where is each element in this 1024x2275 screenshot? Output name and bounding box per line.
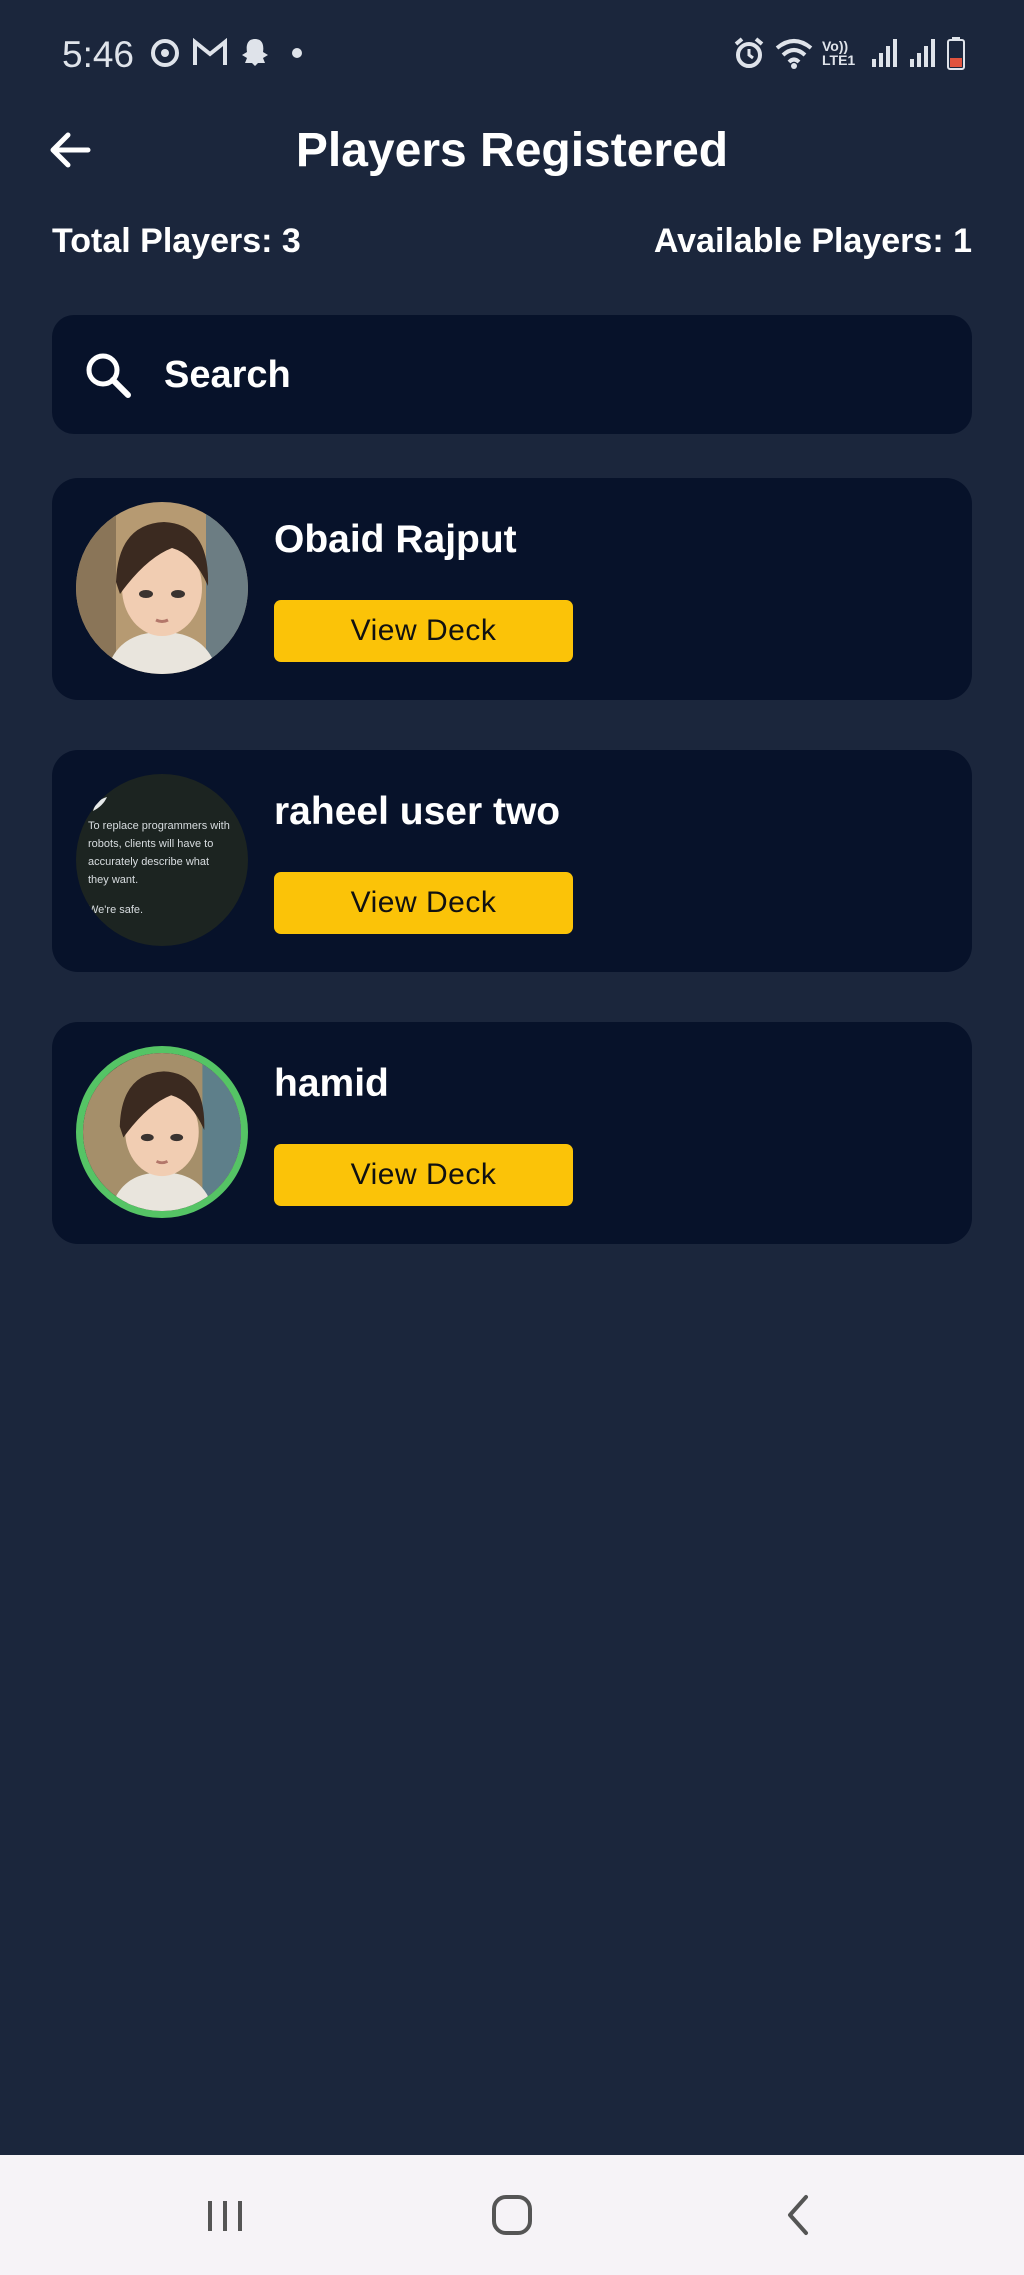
status-bar: 5:46 Vo)) LTE1 <box>0 0 1024 112</box>
battery-icon <box>947 37 965 70</box>
total-players-label: Total Players: 3 <box>52 222 301 260</box>
player-list: Obaid Rajput View Deck To replace progra… <box>52 478 972 1294</box>
status-time: 5:46 <box>62 34 135 75</box>
view-deck-button[interactable]: View Deck <box>274 1144 573 1206</box>
search-bar[interactable] <box>52 315 972 434</box>
back-icon <box>788 2195 808 2235</box>
tweet-image: To replace programmers with robots, clie… <box>76 774 248 946</box>
tweet-text-line: accurately describe what <box>88 856 210 868</box>
player-card: To replace programmers with robots, clie… <box>52 750 972 972</box>
avatar[interactable] <box>76 502 248 674</box>
player-card: hamid View Deck <box>52 1022 972 1244</box>
tweet-text-line: We're safe. <box>88 904 144 916</box>
page-title: Players Registered <box>295 124 729 177</box>
view-deck-button[interactable]: View Deck <box>274 600 573 662</box>
dot-icon <box>292 48 302 58</box>
signal-icon <box>910 39 935 67</box>
feather-icon <box>93 797 107 811</box>
player-name: raheel user two <box>274 790 561 833</box>
view-deck-button[interactable]: View Deck <box>274 872 573 934</box>
sync-icon <box>151 39 179 67</box>
recent-apps-icon <box>208 2201 242 2231</box>
gmail-icon <box>193 38 227 65</box>
player-name: hamid <box>274 1062 389 1105</box>
tweet-text-line: they want. <box>88 874 139 886</box>
signal-icon <box>872 39 897 67</box>
volte-icon: Vo)) LTE1 <box>822 38 856 68</box>
status-right-icons: Vo)) LTE1 <box>732 36 966 70</box>
snapchat-icon <box>242 39 268 66</box>
search-icon <box>86 353 131 398</box>
home-button[interactable] <box>482 2185 542 2245</box>
search-input[interactable] <box>162 337 946 413</box>
player-name: Obaid Rajput <box>274 518 517 561</box>
tweet-text-line: robots, clients will have to <box>88 838 214 850</box>
system-back-button[interactable] <box>768 2185 828 2245</box>
status-left-icons <box>148 36 312 70</box>
player-card: Obaid Rajput View Deck <box>52 478 972 700</box>
home-icon <box>492 2195 532 2235</box>
alarm-icon <box>734 37 764 68</box>
app-header: Players Registered <box>0 118 1024 182</box>
system-nav-bar <box>0 2155 1024 2275</box>
recent-apps-button[interactable] <box>195 2185 255 2245</box>
avatar[interactable]: To replace programmers with robots, clie… <box>76 774 248 946</box>
tweet-text-line: To replace programmers with <box>88 820 230 832</box>
avatar-online[interactable] <box>76 1046 248 1218</box>
wifi-icon <box>775 39 813 69</box>
available-players-label: Available Players: 1 <box>653 222 972 260</box>
stats-row: Total Players: 3 Available Players: 1 <box>52 222 972 266</box>
